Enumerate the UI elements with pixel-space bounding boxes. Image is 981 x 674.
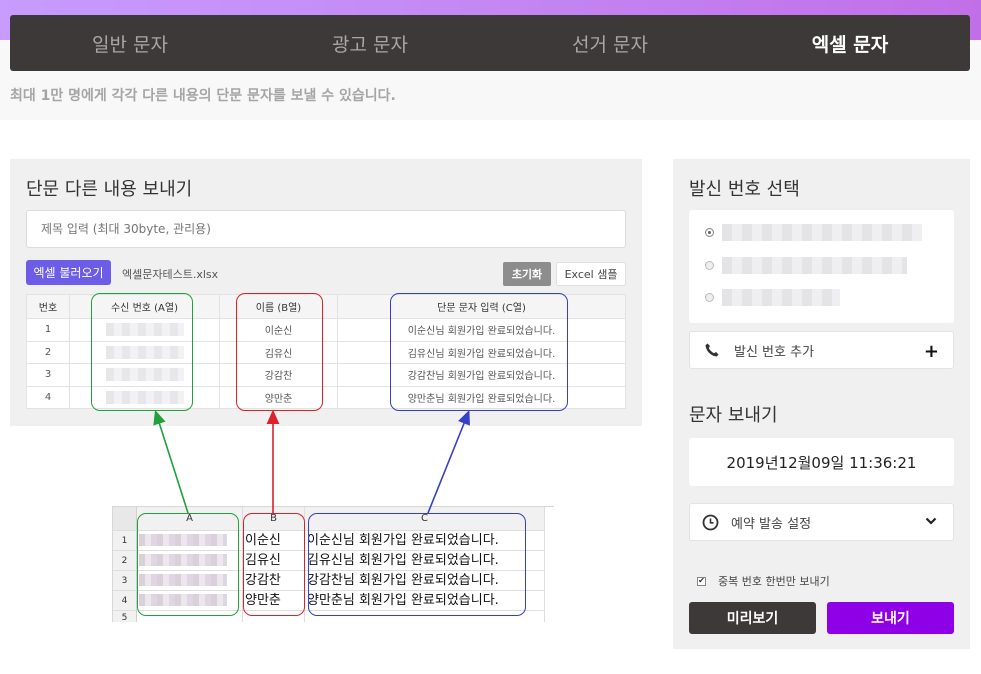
excel-row-number: 4 bbox=[113, 591, 137, 611]
excel-row-number: 1 bbox=[113, 531, 137, 551]
highlight-excel-col-a bbox=[137, 513, 239, 616]
radio-selected-icon[interactable] bbox=[705, 228, 714, 237]
preview-button[interactable]: 미리보기 bbox=[689, 602, 816, 634]
tab-election-message[interactable]: 선거 문자 bbox=[490, 15, 730, 71]
row-number: 4 bbox=[26, 385, 70, 409]
radio-icon[interactable] bbox=[705, 261, 714, 270]
arrow-column-a bbox=[153, 409, 189, 514]
excel-sample-button[interactable]: Excel 샘플 bbox=[556, 262, 626, 286]
dedupe-checkbox[interactable]: ✔ bbox=[697, 576, 706, 586]
col-header-no: 번호 bbox=[26, 294, 70, 319]
panel-title: 단문 다른 내용 보내기 bbox=[26, 179, 193, 200]
arrow-column-c bbox=[427, 410, 470, 514]
current-datetime: 2019년12월09일 11:36:21 bbox=[689, 438, 954, 486]
send-button[interactable]: 보내기 bbox=[827, 602, 954, 634]
chevron-down-icon[interactable] bbox=[925, 515, 937, 527]
highlight-excel-col-b bbox=[243, 513, 305, 616]
add-sender-label: 발신 번호 추가 bbox=[734, 344, 815, 360]
highlight-message-column bbox=[390, 293, 568, 411]
tab-ad-message[interactable]: 광고 문자 bbox=[250, 15, 490, 71]
sender-number-redacted bbox=[722, 224, 922, 241]
highlight-name-column bbox=[236, 293, 323, 411]
excel-row-number: 5 bbox=[113, 611, 137, 622]
tab-general-message[interactable]: 일반 문자 bbox=[10, 15, 250, 71]
add-sender-button[interactable]: 발신 번호 추가 + bbox=[689, 331, 954, 369]
load-excel-button[interactable]: 엑셀 불러오기 bbox=[26, 260, 111, 285]
title-input[interactable] bbox=[26, 210, 626, 248]
tab-excel-message[interactable]: 엑셀 문자 bbox=[730, 15, 970, 71]
sender-number-redacted bbox=[722, 257, 907, 274]
sender-number-list bbox=[689, 210, 954, 323]
sender-option[interactable] bbox=[705, 257, 907, 274]
sender-option[interactable] bbox=[705, 289, 840, 306]
schedule-dropdown[interactable]: 예약 발송 설정 bbox=[689, 503, 954, 541]
sender-number-redacted bbox=[722, 289, 840, 306]
plus-icon[interactable]: + bbox=[924, 341, 939, 362]
row-number: 2 bbox=[26, 340, 70, 364]
radio-icon[interactable] bbox=[705, 293, 714, 302]
message-type-tabs: 일반 문자 광고 문자 선거 문자 엑셀 문자 bbox=[10, 15, 970, 71]
excel-corner bbox=[113, 507, 137, 531]
sender-option[interactable] bbox=[705, 224, 922, 241]
clock-icon bbox=[702, 514, 719, 530]
page-subtitle: 최대 1만 명에게 각각 다른 내용의 단문 문자를 보낼 수 있습니다. bbox=[10, 88, 396, 104]
phone-icon bbox=[705, 343, 719, 357]
send-sidebar: 발신 번호 선택 발신 번호 추가 + 문자 보내기 2019년12월09일 1… bbox=[673, 159, 970, 649]
row-number: 1 bbox=[26, 318, 70, 342]
dedupe-option[interactable]: ✔ 중복 번호 한번만 보내기 bbox=[697, 573, 830, 589]
reset-button[interactable]: 초기화 bbox=[503, 262, 551, 286]
highlight-excel-col-c bbox=[308, 513, 526, 616]
send-title: 문자 보내기 bbox=[689, 405, 778, 426]
loaded-file-name: 엑셀문자테스트.xlsx bbox=[122, 268, 219, 281]
excel-row-number: 2 bbox=[113, 551, 137, 571]
schedule-label: 예약 발송 설정 bbox=[731, 516, 812, 532]
dedupe-label: 중복 번호 한번만 보내기 bbox=[718, 575, 830, 588]
highlight-number-column bbox=[91, 293, 193, 411]
row-number: 3 bbox=[26, 363, 70, 387]
excel-row-number: 3 bbox=[113, 571, 137, 591]
sender-title: 발신 번호 선택 bbox=[689, 179, 800, 200]
